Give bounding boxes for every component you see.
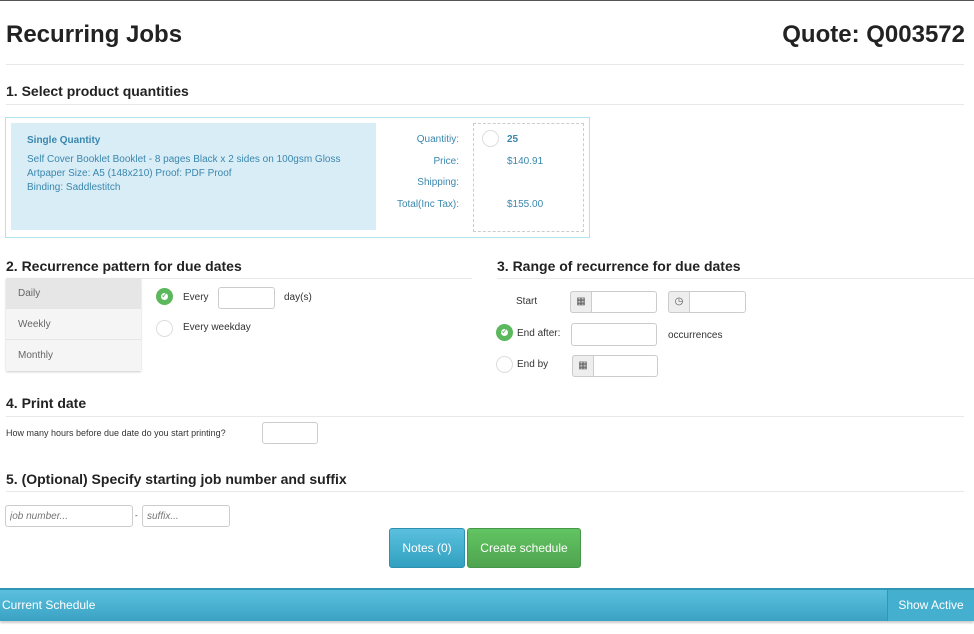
- section3-heading: 3. Range of recurrence for due dates: [497, 258, 741, 274]
- section4-heading: 4. Print date: [6, 395, 87, 411]
- every-days-input[interactable]: [218, 287, 275, 309]
- quantity-label: Quantitiy:: [416, 134, 459, 145]
- product-option-card[interactable]: Single Quantity Self Cover Booklet Bookl…: [11, 123, 376, 230]
- separator: -: [135, 511, 138, 520]
- page-title: Recurring Jobs: [6, 21, 183, 48]
- quantity-value: 25: [507, 134, 519, 145]
- every-weekday-label: Every weekday: [183, 322, 251, 333]
- total-value: $155.00: [507, 199, 544, 210]
- quote-number: Quote: Q003572: [782, 21, 965, 48]
- current-schedule-bar: Current Schedule Show Active: [0, 588, 974, 621]
- clock-icon[interactable]: ◷: [668, 291, 690, 313]
- section1-heading: 1. Select product quantities: [6, 83, 189, 99]
- occurrences-input[interactable]: [571, 323, 657, 346]
- tab-weekly[interactable]: Weekly: [6, 309, 141, 340]
- desc-line: Binding: Saddlestitch: [27, 182, 121, 193]
- product-desc: Self Cover Booklet Booklet - 8 pages Bla…: [27, 153, 360, 195]
- every-radio[interactable]: [156, 288, 173, 305]
- price-label: Price:: [433, 156, 459, 167]
- product-panel: Single Quantity Self Cover Booklet Bookl…: [5, 117, 590, 238]
- total-label: Total(Inc Tax):: [396, 199, 459, 210]
- tab-daily[interactable]: Daily: [6, 278, 141, 309]
- suffix-input[interactable]: [142, 505, 230, 527]
- price-value: $140.91: [507, 156, 544, 167]
- quantity-option-box[interactable]: 25 $140.91 $155.00: [473, 123, 584, 232]
- quantity-radio[interactable]: [482, 130, 499, 147]
- calendar-icon[interactable]: ▦: [572, 355, 594, 377]
- current-schedule-title: Current Schedule: [2, 598, 96, 612]
- desc-line: Artpaper Size: A5 (148x210) Proof: PDF P…: [27, 168, 232, 179]
- print-hours-input[interactable]: [262, 422, 318, 444]
- section5-heading: 5. (Optional) Specify starting job numbe…: [6, 471, 347, 487]
- print-hours-question: How many hours before due date do you st…: [6, 428, 226, 438]
- occurrences-label: occurrences: [668, 330, 723, 341]
- product-title: Single Quantity: [27, 135, 101, 146]
- desc-line: Self Cover Booklet Booklet - 8 pages Bla…: [27, 154, 341, 165]
- start-label: Start: [516, 296, 538, 307]
- create-schedule-button[interactable]: Create schedule: [467, 528, 581, 568]
- tab-monthly[interactable]: Monthly: [6, 340, 141, 371]
- days-unit: day(s): [284, 292, 312, 303]
- calendar-icon[interactable]: ▦: [570, 291, 592, 313]
- end-after-label: End after:: [517, 328, 561, 339]
- section2-heading: 2. Recurrence pattern for due dates: [6, 258, 242, 274]
- every-label: Every: [183, 292, 209, 303]
- notes-button[interactable]: Notes (0): [389, 528, 465, 568]
- job-number-input[interactable]: [5, 505, 133, 527]
- every-weekday-radio[interactable]: [156, 320, 173, 337]
- end-after-radio[interactable]: [496, 324, 513, 341]
- end-by-radio[interactable]: [496, 356, 513, 373]
- show-active-button[interactable]: Show Active: [887, 590, 974, 621]
- shipping-label: Shipping:: [417, 177, 459, 188]
- end-by-label: End by: [517, 359, 549, 370]
